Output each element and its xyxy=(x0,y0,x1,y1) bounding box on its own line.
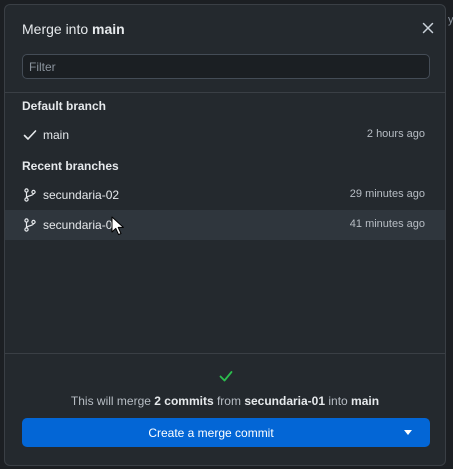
branch-item-secundaria-01[interactable]: secundaria-01 41 minutes ago xyxy=(5,210,445,240)
merge-text-before: This will merge xyxy=(70,394,155,408)
branch-name: secundaria-01 xyxy=(43,218,120,232)
branch-time: 41 minutes ago xyxy=(349,218,425,230)
filter-field[interactable] xyxy=(22,54,430,79)
source-branch: secundaria-01 xyxy=(244,394,326,408)
git-branch-icon xyxy=(24,188,36,202)
branch-name: main xyxy=(43,128,70,142)
title-branch: main xyxy=(92,21,125,37)
merge-summary: This will merge 2 commits from secundari… xyxy=(5,394,445,408)
branch-time: 29 minutes ago xyxy=(349,188,425,200)
dialog-header: Merge into main xyxy=(5,5,445,53)
default-branch-heading: Default branch xyxy=(22,99,107,113)
filter-input[interactable] xyxy=(23,55,429,78)
dialog-title: Merge into main xyxy=(22,21,125,37)
target-branch: main xyxy=(351,394,380,408)
branch-item-main[interactable]: main 2 hours ago xyxy=(5,120,445,150)
check-icon xyxy=(219,371,233,382)
title-prefix: Merge into xyxy=(22,21,93,37)
background-text-fragment: y xyxy=(448,14,453,26)
merge-dialog: Merge into main Default branch main 2 ho… xyxy=(4,4,446,466)
merge-footer: This will merge 2 commits from secundari… xyxy=(5,353,445,465)
branch-item-secundaria-02[interactable]: secundaria-02 29 minutes ago xyxy=(5,180,445,210)
close-button[interactable] xyxy=(419,19,437,37)
merge-text-from: from xyxy=(213,394,245,408)
branch-name: secundaria-02 xyxy=(43,188,120,202)
git-branch-icon xyxy=(24,218,36,232)
create-merge-commit-button[interactable]: Create a merge commit xyxy=(22,418,430,447)
recent-branches-heading: Recent branches xyxy=(22,159,119,173)
commit-count: 2 commits xyxy=(154,394,214,408)
check-icon xyxy=(23,130,37,140)
divider xyxy=(5,92,445,93)
chevron-down-icon[interactable] xyxy=(404,430,412,435)
close-icon xyxy=(422,22,434,34)
branch-time: 2 hours ago xyxy=(366,128,425,140)
merge-button-label: Create a merge commit xyxy=(148,426,274,440)
merge-text-into: into xyxy=(325,394,352,408)
